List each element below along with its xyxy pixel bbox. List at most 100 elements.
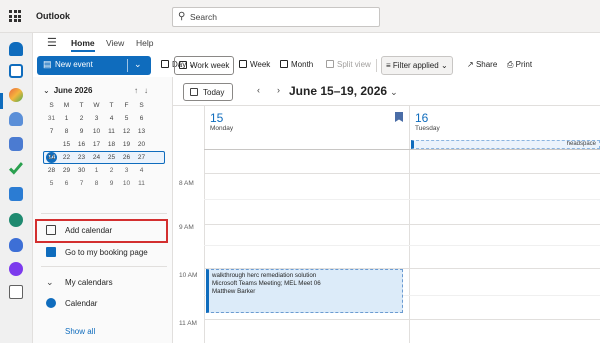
my-calendars-label: My calendars [65, 278, 113, 287]
share-button[interactable]: ↗ Share [463, 56, 501, 75]
mail-icon[interactable] [9, 42, 23, 56]
mini-calendar-day[interactable]: 13 [136, 126, 147, 137]
mini-calendar-day[interactable]: 5 [121, 113, 132, 124]
mini-calendar-day[interactable]: 31 [46, 113, 57, 124]
month-view-button[interactable]: Month [276, 56, 317, 75]
work-week-view-button[interactable]: Work week [174, 56, 235, 75]
mini-calendar-day[interactable]: 27 [136, 152, 147, 163]
print-button[interactable]: ⎙ Print [503, 56, 536, 75]
all-day-event[interactable]: headspace [411, 140, 600, 149]
mini-calendar-day[interactable]: 20 [136, 139, 147, 150]
mini-calendar-day[interactable]: 5 [46, 178, 57, 189]
show-all-item[interactable]: Show all [33, 322, 172, 342]
menu-icon[interactable]: ☰ [47, 36, 57, 49]
new-event-button[interactable]: ▤ New event ⌄ [37, 56, 151, 75]
copilot-icon[interactable] [9, 88, 23, 102]
date-range-selector[interactable]: June 15–19, 2026 ⌄ [289, 84, 398, 98]
mini-calendar-day[interactable]: 22 [61, 152, 72, 163]
groups-icon[interactable] [9, 137, 23, 151]
mini-calendar-day[interactable]: 16 [76, 139, 87, 150]
mini-calendar-day[interactable]: 3 [91, 113, 102, 124]
chevron-down-icon[interactable]: ⌄ [46, 277, 56, 287]
week-view-button[interactable]: Week [235, 56, 274, 75]
mini-calendar-day[interactable]: 25 [106, 152, 117, 163]
mini-calendar-day[interactable]: 6 [61, 178, 72, 189]
mini-calendar-day[interactable]: 11 [136, 178, 147, 189]
tab-help[interactable]: Help [136, 38, 153, 48]
calendar-event[interactable]: walkthrough herc remediation solution Mi… [206, 269, 403, 313]
my-calendars-group[interactable]: ⌄ My calendars [33, 273, 172, 293]
mini-calendar-day[interactable]: 18 [106, 139, 117, 150]
apps-icon[interactable] [9, 213, 23, 227]
mini-calendar-day[interactable]: 2 [106, 165, 117, 176]
day-header-monday[interactable]: 15 Monday [204, 105, 409, 145]
mini-calendar-day[interactable]: 10 [121, 178, 132, 189]
half-hour-line [204, 245, 600, 246]
event-location: Microsoft Teams Meeting; MEL Meet 06 [212, 280, 321, 287]
calendar-add-icon: ▤ [43, 59, 52, 69]
app-launcher-icon[interactable] [9, 10, 21, 22]
mini-calendar-day[interactable]: 6 [136, 113, 147, 124]
mini-calendar-day[interactable]: 29 [61, 165, 72, 176]
day-header-tuesday[interactable]: 16 Tuesday headspace [409, 105, 600, 149]
people-icon[interactable] [9, 112, 23, 126]
mini-calendar-nav[interactable]: ↑↓ [134, 86, 154, 95]
mini-calendar-day[interactable]: 28 [46, 165, 57, 176]
chevron-down-icon[interactable]: ⌄ [134, 59, 142, 70]
top-bar: Outlook ⚲ Search [0, 0, 600, 33]
mini-calendar-day[interactable]: 30 [76, 165, 87, 176]
mini-calendar-day[interactable]: 8 [91, 178, 102, 189]
mini-calendar-day[interactable]: 1 [61, 113, 72, 124]
mini-calendar-day[interactable]: 3 [121, 165, 132, 176]
mini-calendar-day[interactable]: 15 [61, 139, 72, 150]
loop-icon[interactable] [9, 262, 23, 276]
more-apps-icon[interactable] [9, 285, 23, 299]
mini-calendar-day[interactable]: 11 [106, 126, 117, 137]
today-button[interactable]: Today [183, 83, 233, 101]
event-title: walkthrough herc remediation solution [212, 272, 317, 279]
mini-calendar-day[interactable]: 4 [136, 165, 147, 176]
time-label: 9 AM [179, 224, 194, 231]
tab-home[interactable]: Home [71, 38, 95, 52]
arrow-up-icon[interactable]: ↑ [134, 86, 144, 95]
mini-calendar-header[interactable]: ⌄ June 2026 [43, 86, 92, 95]
weekday-label: T [79, 102, 84, 109]
previous-week-icon[interactable]: ‹ [257, 85, 260, 95]
mini-calendar-day[interactable]: 21 [46, 152, 57, 163]
search-box[interactable]: ⚲ Search [172, 7, 380, 27]
mini-calendar-day[interactable]: 12 [121, 126, 132, 137]
mini-calendar-day[interactable]: 9 [106, 178, 117, 189]
mini-calendar-day[interactable]: 10 [91, 126, 102, 137]
mini-calendar-day[interactable]: 17 [91, 139, 102, 150]
app-title[interactable]: Outlook [36, 11, 70, 21]
left-pane-divider [41, 266, 167, 267]
mini-calendar-day[interactable]: 2 [76, 113, 87, 124]
arrow-down-icon[interactable]: ↓ [144, 86, 154, 95]
mini-calendar-day[interactable]: 4 [106, 113, 117, 124]
calendar-item[interactable]: Calendar [33, 294, 172, 314]
new-event-divider [127, 59, 128, 72]
mini-calendar-day[interactable]: 19 [121, 139, 132, 150]
split-view-button[interactable]: Split view [322, 56, 375, 75]
filter-button[interactable]: ≡ Filter applied ⌄ [381, 56, 453, 75]
mini-calendar-day[interactable]: 9 [76, 126, 87, 137]
tab-view[interactable]: View [106, 38, 124, 48]
mini-calendar-day[interactable]: 8 [61, 126, 72, 137]
mini-calendar-day[interactable]: 7 [46, 126, 57, 137]
booking-page-item[interactable]: Go to my booking page [33, 243, 172, 263]
time-label: 10 AM [179, 272, 198, 279]
mini-calendar-day[interactable]: 7 [76, 178, 87, 189]
mini-calendar-day[interactable]: 24 [91, 152, 102, 163]
onedrive-icon[interactable] [9, 238, 23, 252]
show-all-link[interactable]: Show all [65, 327, 95, 336]
todo-icon[interactable] [9, 162, 23, 175]
calendar-nav: Today ‹ › June 15–19, 2026 ⌄ [173, 77, 600, 105]
calendar-icon[interactable] [9, 64, 23, 78]
word-icon[interactable] [9, 187, 23, 201]
bookmark-icon[interactable] [395, 112, 403, 122]
mini-calendar-day[interactable]: 1 [91, 165, 102, 176]
mini-calendar-day[interactable]: 23 [76, 152, 87, 163]
next-week-icon[interactable]: › [277, 85, 280, 95]
mini-calendar-day[interactable]: 26 [121, 152, 132, 163]
calendar-color-dot[interactable] [46, 298, 56, 308]
